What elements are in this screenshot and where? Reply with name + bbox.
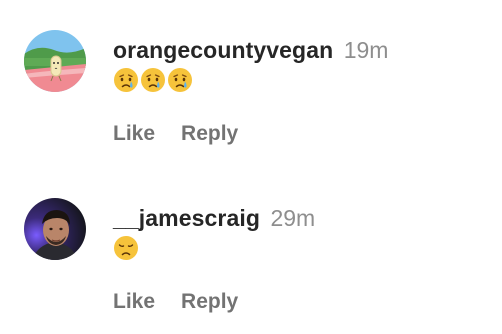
comment-timestamp: 19m bbox=[343, 37, 389, 63]
landscape-illustration-avatar-icon bbox=[24, 30, 86, 92]
comment-actions: Like Reply bbox=[113, 289, 238, 315]
like-button[interactable]: Like bbox=[113, 289, 155, 315]
comment-text bbox=[113, 67, 193, 95]
crying-face-icon bbox=[141, 68, 165, 92]
avatar[interactable] bbox=[24, 30, 86, 92]
comment-timestamp: 29m bbox=[270, 205, 316, 231]
avatar[interactable] bbox=[24, 198, 86, 260]
comment-header: orangecountyvegan 19m bbox=[113, 36, 388, 68]
disappointed-face-icon bbox=[114, 236, 138, 260]
profile-photo-avatar-icon bbox=[24, 198, 86, 260]
like-button[interactable]: Like bbox=[113, 121, 155, 147]
comment-text bbox=[113, 235, 139, 263]
crying-face-icon bbox=[114, 68, 138, 92]
username-link[interactable]: __jamescraig bbox=[113, 205, 260, 231]
reply-button[interactable]: Reply bbox=[181, 289, 238, 315]
reply-button[interactable]: Reply bbox=[181, 121, 238, 147]
comment-header: __jamescraig 29m bbox=[113, 204, 315, 236]
comment-actions: Like Reply bbox=[113, 121, 238, 147]
username-link[interactable]: orangecountyvegan bbox=[113, 37, 333, 63]
crying-face-icon bbox=[168, 68, 192, 92]
